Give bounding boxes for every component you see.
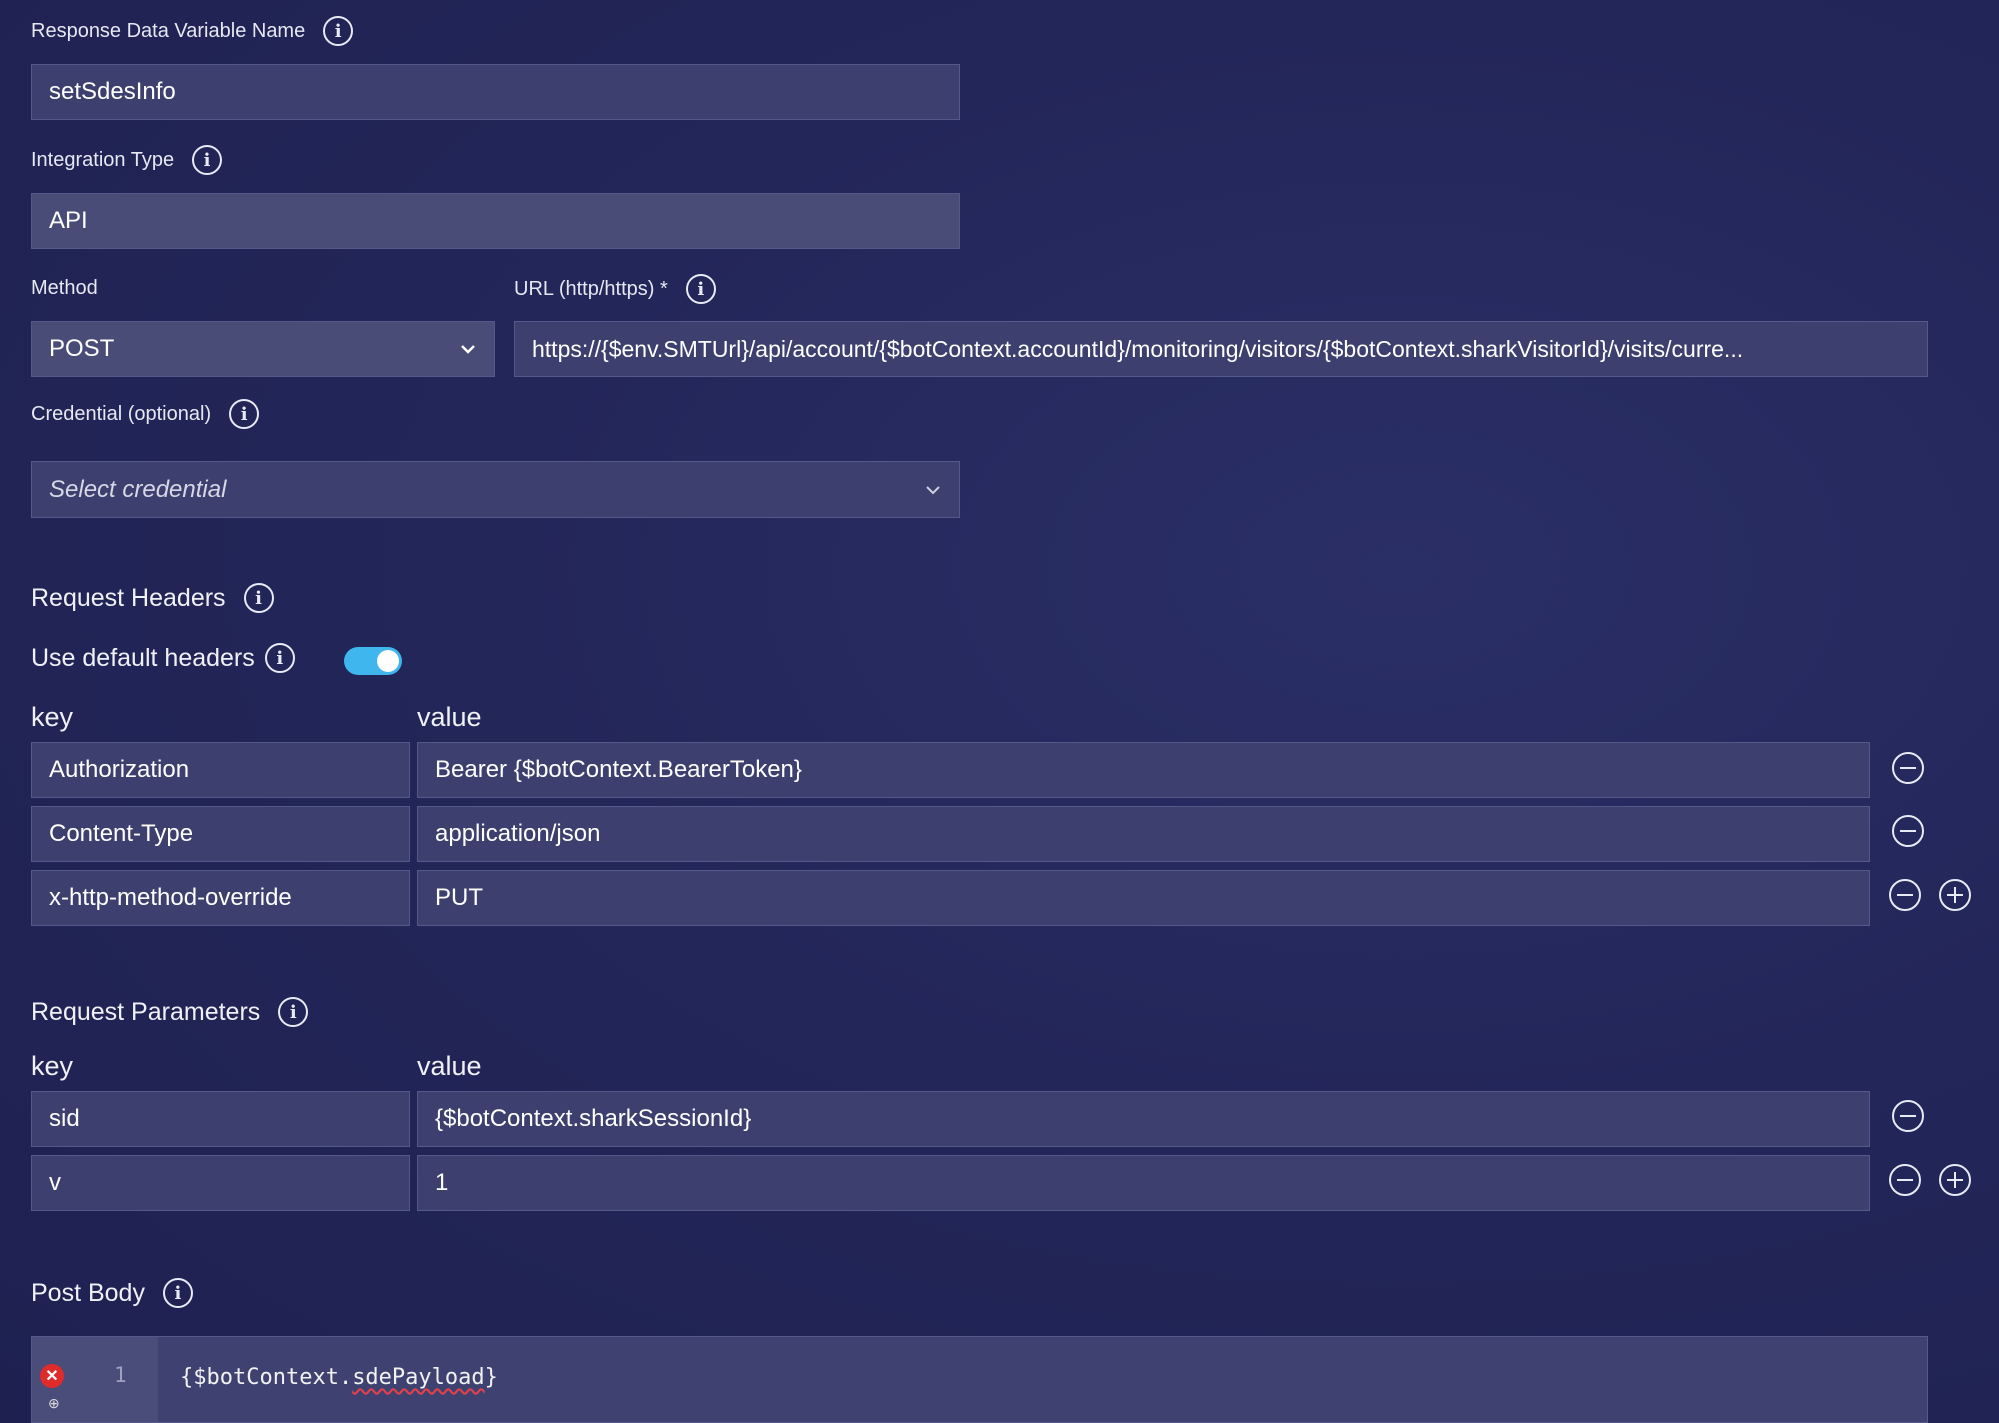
header-key-input[interactable]: Authorization	[31, 742, 410, 798]
request-headers-title: Request Headers i	[31, 583, 274, 613]
response-var-label: Response Data Variable Name i	[31, 16, 354, 46]
params-key-column-header: key	[31, 1051, 74, 1081]
post-body-editor[interactable]: ✕ 1 ⊕ {$botContext.sdePayload}	[31, 1336, 1928, 1423]
minus-icon	[1897, 893, 1913, 897]
param-key-input[interactable]: v	[31, 1155, 410, 1211]
credential-label: Credential (optional) i	[31, 399, 260, 429]
remove-row-button[interactable]	[1892, 752, 1924, 784]
url-input[interactable]: https://{$env.SMTUrl}/api/account/{$botC…	[514, 321, 1928, 377]
method-select[interactable]: POST	[31, 321, 495, 377]
minus-icon	[1897, 1178, 1913, 1182]
minus-icon	[1900, 829, 1916, 833]
method-label: Method	[31, 276, 98, 299]
remove-row-button[interactable]	[1892, 815, 1924, 847]
integration-type-select[interactable]: API	[31, 193, 960, 249]
code-line[interactable]: {$botContext.sdePayload}	[180, 1365, 498, 1390]
headers-value-column-header: value	[417, 702, 482, 732]
param-key-input[interactable]: sid	[31, 1091, 410, 1147]
url-label: URL (http/https) * i	[514, 274, 716, 304]
error-icon[interactable]: ✕	[40, 1364, 64, 1388]
info-icon[interactable]: i	[243, 583, 274, 613]
param-value-input[interactable]: {$botContext.sharkSessionId}	[417, 1091, 1870, 1147]
remove-row-button[interactable]	[1892, 1100, 1924, 1132]
default-headers-toggle[interactable]	[344, 647, 402, 675]
request-parameters-title: Request Parameters i	[31, 997, 309, 1027]
params-value-column-header: value	[417, 1051, 482, 1081]
param-value-input[interactable]: 1	[417, 1155, 1870, 1211]
minus-icon	[1900, 1114, 1916, 1118]
editor-gutter: ✕ 1 ⊕	[32, 1337, 158, 1422]
add-row-button[interactable]	[1939, 879, 1971, 911]
header-value-input[interactable]: Bearer {$botContext.BearerToken}	[417, 742, 1870, 798]
info-icon[interactable]: i	[162, 1278, 193, 1308]
header-key-input[interactable]: x-http-method-override	[31, 870, 410, 926]
info-icon[interactable]: i	[264, 643, 295, 673]
toggle-knob	[377, 650, 399, 672]
remove-row-button[interactable]	[1889, 879, 1921, 911]
credential-select[interactable]: Select credential	[31, 461, 960, 518]
post-body-title: Post Body i	[31, 1278, 193, 1308]
headers-key-column-header: key	[31, 702, 74, 732]
minus-icon	[1900, 766, 1916, 770]
header-value-input[interactable]: PUT	[417, 870, 1870, 926]
header-key-input[interactable]: Content-Type	[31, 806, 410, 862]
integration-type-label: Integration Type i	[31, 145, 223, 175]
header-value-input[interactable]: application/json	[417, 806, 1870, 862]
add-row-button[interactable]	[1939, 1164, 1971, 1196]
info-icon[interactable]: i	[323, 16, 354, 46]
default-headers-label: Use default headers i	[31, 643, 295, 673]
info-icon[interactable]: i	[192, 145, 223, 175]
chevron-down-icon	[461, 345, 475, 354]
add-icon[interactable]: ⊕	[48, 1395, 60, 1412]
remove-row-button[interactable]	[1889, 1164, 1921, 1196]
info-icon[interactable]: i	[278, 997, 309, 1027]
chevron-down-icon	[926, 485, 940, 494]
line-number: 1	[114, 1363, 127, 1387]
info-icon[interactable]: i	[685, 274, 716, 304]
response-var-input[interactable]: setSdesInfo	[31, 64, 960, 120]
info-icon[interactable]: i	[229, 399, 260, 429]
